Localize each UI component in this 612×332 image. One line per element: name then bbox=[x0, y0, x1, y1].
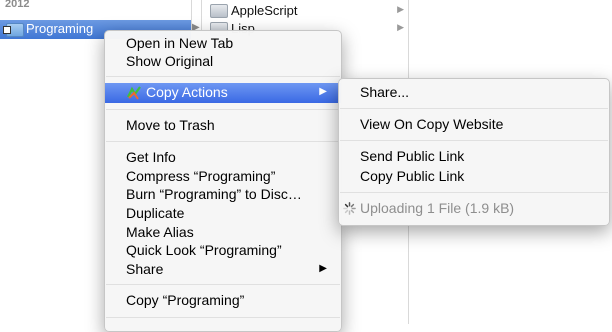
menu-item-make-alias[interactable]: Make Alias bbox=[105, 223, 341, 242]
menu-item-show-original[interactable]: Show Original bbox=[105, 52, 341, 71]
copy-logo-icon bbox=[127, 86, 141, 100]
menu-separator bbox=[340, 140, 608, 141]
menu-item-label: Show Original bbox=[126, 53, 214, 69]
menu-item-label: Burn “Programing” to Disc… bbox=[126, 186, 302, 202]
menu-item-label: Send Public Link bbox=[360, 148, 465, 164]
menu-item-label: Copy Actions bbox=[146, 84, 228, 100]
menu-item-compress[interactable]: Compress “Programing” bbox=[105, 167, 341, 186]
submenu-arrow-icon: ▶ bbox=[319, 86, 327, 97]
menu-separator bbox=[106, 141, 340, 142]
menu-item-view-on-copy-website[interactable]: View On Copy Website bbox=[339, 115, 609, 134]
menu-item-label: Uploading 1 File (1.9 kB) bbox=[360, 200, 515, 216]
menu-item-label: Share bbox=[126, 261, 164, 277]
menu-item-copy-public-link[interactable]: Copy Public Link bbox=[339, 167, 609, 186]
folder-name: AppleScript bbox=[231, 3, 298, 18]
menu-item-copy-actions[interactable]: Copy Actions ▶ bbox=[105, 83, 341, 103]
menu-item-label: Move to Trash bbox=[126, 117, 215, 133]
menu-item-duplicate[interactable]: Duplicate bbox=[105, 204, 341, 223]
menu-item-send-public-link[interactable]: Send Public Link bbox=[339, 147, 609, 166]
menu-item-quick-look[interactable]: Quick Look “Programing” bbox=[105, 241, 341, 260]
chevron-right-icon: ▶ bbox=[397, 22, 404, 32]
menu-item-get-info[interactable]: Get Info bbox=[105, 148, 341, 167]
menu-item-label: Open in New Tab bbox=[126, 35, 234, 51]
menu-item-label: Make Alias bbox=[126, 224, 194, 240]
menu-item-share[interactable]: Share ▶ bbox=[105, 260, 341, 279]
menu-item-uploading-status: Uploading 1 File (1.9 kB) bbox=[339, 199, 609, 218]
menu-separator bbox=[340, 108, 608, 109]
menu-item-label: View On Copy Website bbox=[360, 116, 504, 132]
chevron-right-icon: ▶ bbox=[397, 4, 404, 14]
menu-item-share-ellipsis[interactable]: Share... bbox=[339, 83, 609, 102]
folder-name: Programing bbox=[26, 21, 94, 36]
folder-icon bbox=[210, 4, 228, 18]
menu-separator bbox=[106, 317, 340, 318]
menu-item-label: Copy Public Link bbox=[360, 168, 465, 184]
list-item[interactable]: AppleScript ▶ bbox=[202, 2, 408, 20]
context-menu: Open in New Tab Show Original Copy Actio… bbox=[104, 30, 342, 332]
menu-separator bbox=[340, 192, 608, 193]
copy-actions-submenu: Share... View On Copy Website Send Publi… bbox=[338, 78, 610, 226]
menu-item-label: Copy “Programing” bbox=[126, 292, 245, 308]
menu-item-burn-to-disc[interactable]: Burn “Programing” to Disc… bbox=[105, 185, 341, 204]
submenu-arrow-icon: ▶ bbox=[319, 263, 327, 274]
menu-item-label: Get Info bbox=[126, 149, 176, 165]
year-group-label: 2012 bbox=[5, 0, 30, 10]
menu-item-copy-item[interactable]: Copy “Programing” bbox=[105, 291, 341, 310]
menu-item-label: Duplicate bbox=[126, 205, 185, 221]
menu-item-label: Compress “Programing” bbox=[126, 168, 276, 184]
menu-item-label: Quick Look “Programing” bbox=[126, 242, 282, 258]
spinner-icon bbox=[343, 202, 356, 215]
menu-separator bbox=[106, 284, 340, 285]
alias-arrow-icon bbox=[3, 26, 11, 34]
menu-item-open-in-new-tab[interactable]: Open in New Tab bbox=[105, 34, 341, 53]
menu-separator bbox=[106, 109, 340, 110]
menu-item-move-to-trash[interactable]: Move to Trash bbox=[105, 116, 341, 135]
menu-item-label: Share... bbox=[360, 84, 410, 100]
menu-separator bbox=[106, 76, 340, 77]
